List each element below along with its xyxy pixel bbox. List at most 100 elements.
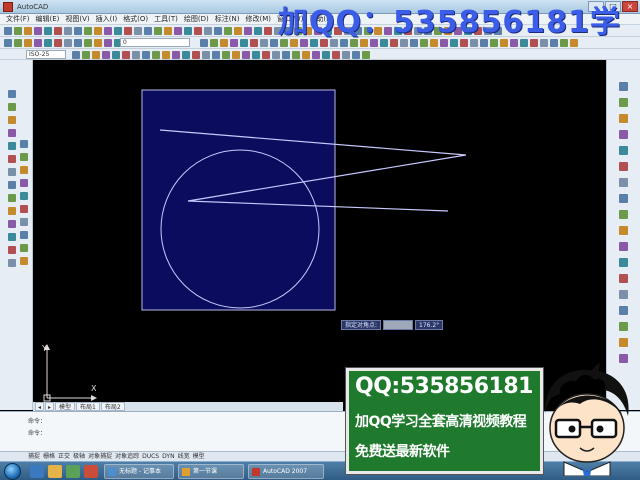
toolbar-tool-icon[interactable] xyxy=(214,27,222,35)
toolbar-tool-icon[interactable] xyxy=(619,210,628,219)
toolbar-tool-icon[interactable] xyxy=(4,27,12,35)
status-osnap[interactable]: 对象捕捉 xyxy=(88,452,112,461)
status-lineweight[interactable]: 线宽 xyxy=(178,452,190,461)
toolbar-tool-icon[interactable] xyxy=(322,51,330,59)
toolbar-tool-icon[interactable] xyxy=(24,27,32,35)
status-polar[interactable]: 极轴 xyxy=(73,452,85,461)
toolbar-tool-icon[interactable] xyxy=(154,27,162,35)
menu-modify[interactable]: 修改(M) xyxy=(245,14,271,24)
toolbar-tool-icon[interactable] xyxy=(184,27,192,35)
toolbar-tool-icon[interactable] xyxy=(619,114,628,123)
toolbar-tool-icon[interactable] xyxy=(8,116,16,124)
toolbar-tool-icon[interactable] xyxy=(619,194,628,203)
toolbar-tool-icon[interactable] xyxy=(619,98,628,107)
toolbar-tool-icon[interactable] xyxy=(74,39,82,47)
toolbar-tool-icon[interactable] xyxy=(204,27,212,35)
toolbar-tool-icon[interactable] xyxy=(104,27,112,35)
tab-nav-first[interactable]: ◂ xyxy=(35,402,45,411)
toolbar-tool-icon[interactable] xyxy=(8,220,16,228)
toolbar-tool-icon[interactable] xyxy=(619,178,628,187)
layer-combo[interactable]: 0 xyxy=(120,38,190,47)
toolbar-tool-icon[interactable] xyxy=(162,51,170,59)
toolbar-tool-icon[interactable] xyxy=(174,27,182,35)
toolbar-tool-icon[interactable] xyxy=(8,259,16,267)
toolbar-tool-icon[interactable] xyxy=(234,27,242,35)
toolbar-tool-icon[interactable] xyxy=(252,51,260,59)
toolbar-tool-icon[interactable] xyxy=(8,233,16,241)
toolbar-tool-icon[interactable] xyxy=(8,181,16,189)
toolbar-tool-icon[interactable] xyxy=(282,51,290,59)
dynamic-input-angle[interactable]: 176.2° xyxy=(415,320,444,330)
toolbar-tool-icon[interactable] xyxy=(230,39,238,47)
toolbar-tool-icon[interactable] xyxy=(20,257,28,265)
toolbar-tool-icon[interactable] xyxy=(619,338,628,347)
toolbar-tool-icon[interactable] xyxy=(112,51,120,59)
toolbar-tool-icon[interactable] xyxy=(164,27,172,35)
toolbar-tool-icon[interactable] xyxy=(8,246,16,254)
autocad-app-icon[interactable] xyxy=(3,2,13,12)
toolbar-tool-icon[interactable] xyxy=(82,51,90,59)
tab-model[interactable]: 模型 xyxy=(55,402,76,411)
status-ortho[interactable]: 正交 xyxy=(58,452,70,461)
toolbar-tool-icon[interactable] xyxy=(312,51,320,59)
drawing-rectangle[interactable] xyxy=(141,89,336,311)
toolbar-tool-icon[interactable] xyxy=(122,51,130,59)
status-snap[interactable]: 捕捉 xyxy=(28,452,40,461)
toolbar-tool-icon[interactable] xyxy=(302,51,310,59)
toolbar-tool-icon[interactable] xyxy=(619,274,628,283)
toolbar-tool-icon[interactable] xyxy=(14,27,22,35)
toolbar-tool-icon[interactable] xyxy=(619,130,628,139)
toolbar-tool-icon[interactable] xyxy=(84,39,92,47)
toolbar-tool-icon[interactable] xyxy=(20,218,28,226)
toolbar-tool-icon[interactable] xyxy=(8,194,16,202)
toolbar-tool-icon[interactable] xyxy=(20,192,28,200)
drawing-canvas[interactable]: Y X 指定对角点: 176.2° xyxy=(33,60,606,410)
toolbar-tool-icon[interactable] xyxy=(4,39,12,47)
toolbar-tool-icon[interactable] xyxy=(34,39,42,47)
toolbar-tool-icon[interactable] xyxy=(104,39,112,47)
toolbar-tool-icon[interactable] xyxy=(292,51,300,59)
toolbar-tool-icon[interactable] xyxy=(72,51,80,59)
toolbar-tool-icon[interactable] xyxy=(270,39,278,47)
toolbar-tool-icon[interactable] xyxy=(20,231,28,239)
toolbar-tool-icon[interactable] xyxy=(172,51,180,59)
toolbar-tool-icon[interactable] xyxy=(132,51,140,59)
tab-nav-last[interactable]: ▸ xyxy=(45,402,55,411)
toolbar-tool-icon[interactable] xyxy=(124,27,132,35)
toolbar-tool-icon[interactable] xyxy=(20,179,28,187)
taskbar-notepad-button[interactable]: 无标题 - 记事本 xyxy=(104,464,174,479)
toolbar-tool-icon[interactable] xyxy=(14,39,22,47)
dimstyle-combo[interactable]: ISO-25 xyxy=(26,50,66,59)
toolbar-tool-icon[interactable] xyxy=(254,27,262,35)
toolbar-tool-icon[interactable] xyxy=(8,207,16,215)
close-button[interactable]: × xyxy=(622,1,638,12)
toolbar-tool-icon[interactable] xyxy=(20,166,28,174)
toolbar-tool-icon[interactable] xyxy=(54,39,62,47)
toolbar-tool-icon[interactable] xyxy=(342,51,350,59)
toolbar-tool-icon[interactable] xyxy=(142,51,150,59)
menu-draw[interactable]: 绘图(D) xyxy=(184,14,209,24)
toolbar-tool-icon[interactable] xyxy=(224,27,232,35)
toolbar-tool-icon[interactable] xyxy=(54,27,62,35)
app-pinned-icon[interactable] xyxy=(84,465,98,478)
toolbar-tool-icon[interactable] xyxy=(20,153,28,161)
toolbar-tool-icon[interactable] xyxy=(244,27,252,35)
status-ducs[interactable]: DUCS xyxy=(142,452,159,461)
toolbar-tool-icon[interactable] xyxy=(102,51,110,59)
explorer-pinned-icon[interactable] xyxy=(48,465,62,478)
toolbar-tool-icon[interactable] xyxy=(20,140,28,148)
toolbar-tool-icon[interactable] xyxy=(272,51,280,59)
status-dyn[interactable]: DYN xyxy=(162,452,174,461)
toolbar-tool-icon[interactable] xyxy=(194,27,202,35)
menu-view[interactable]: 视图(V) xyxy=(65,14,89,24)
taskbar-lesson-button[interactable]: 第一节课 xyxy=(178,464,244,479)
toolbar-tool-icon[interactable] xyxy=(220,39,228,47)
toolbar-tool-icon[interactable] xyxy=(222,51,230,59)
toolbar-tool-icon[interactable] xyxy=(240,39,248,47)
toolbar-tool-icon[interactable] xyxy=(44,27,52,35)
toolbar-tool-icon[interactable] xyxy=(74,27,82,35)
toolbar-tool-icon[interactable] xyxy=(182,51,190,59)
toolbar-tool-icon[interactable] xyxy=(619,146,628,155)
status-model[interactable]: 模型 xyxy=(193,452,205,461)
toolbar-tool-icon[interactable] xyxy=(619,290,628,299)
